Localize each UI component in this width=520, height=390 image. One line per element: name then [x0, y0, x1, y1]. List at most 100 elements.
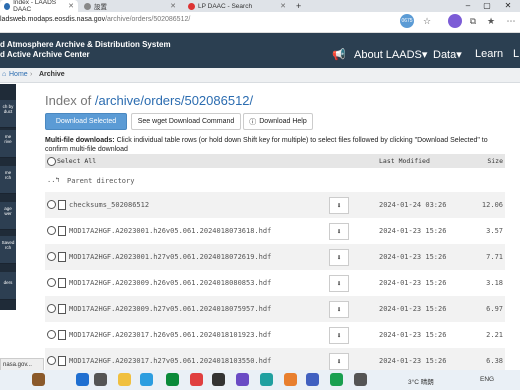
weather-widget[interactable]: 3°C 晴朗 — [408, 376, 434, 386]
extension-badge[interactable]: 0675 — [400, 14, 414, 28]
file-icon — [58, 226, 66, 236]
download-icon[interactable]: ⬇ — [329, 327, 349, 344]
more-icon[interactable]: ⋯ — [504, 14, 518, 28]
row-radio[interactable] — [47, 200, 56, 209]
breadcrumb-home[interactable]: Home — [9, 71, 28, 78]
file-icon — [58, 252, 66, 262]
nav-about-laads[interactable]: About LAADS▾ — [354, 48, 427, 61]
app-icon[interactable] — [354, 373, 367, 386]
breadcrumb-current: Archive — [39, 71, 65, 78]
index-path-link[interactable]: /archive/orders/502086512/ — [95, 93, 253, 108]
tab-lpdaac[interactable]: LP DAAC - Search ✕ — [184, 0, 290, 12]
table-row[interactable]: MOD17A2HGF.A2023009.h26v05.061.202401808… — [45, 270, 505, 296]
site-title[interactable]: d Atmosphere Archive & Distribution Syst… — [0, 40, 171, 60]
select-all-radio[interactable] — [47, 157, 56, 166]
download-icon[interactable]: ⬇ — [329, 249, 349, 266]
file-icon — [58, 304, 66, 314]
multi-file-description: Multi-file downloads: Click individual t… — [45, 137, 488, 153]
table-row[interactable]: checksums_502086512 ⬇ 2024-01-24 03:26 1… — [45, 192, 505, 218]
row-radio[interactable] — [47, 304, 56, 313]
close-tab-icon[interactable]: ✕ — [170, 2, 176, 10]
sidebar-item-orders[interactable]: ders — [0, 272, 16, 300]
file-name: MOD17A2HGF.A2023009.h27v05.061.202401807… — [69, 305, 272, 313]
file-size: 7.71 — [486, 253, 503, 261]
info-icon: ⓘ — [249, 118, 257, 126]
tab-settings[interactable]: 設置 ✕ — [80, 0, 180, 12]
close-window-button[interactable]: ✕ — [500, 0, 516, 12]
file-name: MOD17A2HGF.A2023001.h27v05.061.202401807… — [69, 253, 272, 261]
download-icon[interactable]: ⬇ — [329, 301, 349, 318]
table-header: Select All Last Modified Size — [45, 154, 505, 168]
language-indicator[interactable]: ENG — [480, 376, 494, 383]
nav-learn[interactable]: Learn — [475, 48, 503, 60]
megaphone-icon[interactable]: 📢 — [332, 48, 346, 61]
windows-start-icon[interactable] — [76, 373, 89, 386]
table-row[interactable]: MOD17A2HGF.A2023009.h27v05.061.202401807… — [45, 296, 505, 322]
search-icon[interactable] — [94, 373, 107, 386]
close-tab-icon[interactable]: ✕ — [280, 2, 286, 10]
parent-directory-link[interactable]: Parent directory — [67, 177, 134, 185]
file-name: MOD17A2HGF.A2023001.h26v05.061.202401807… — [69, 227, 272, 235]
home-icon[interactable]: ⌂ — [2, 71, 6, 78]
row-radio[interactable] — [47, 278, 56, 287]
site-title-line2: d Active Archive Center — [0, 50, 90, 59]
app-icon[interactable] — [190, 373, 203, 386]
file-icon — [58, 278, 66, 288]
wallpaper-thumbnail-icon[interactable] — [32, 373, 45, 386]
lpdaac-favicon-icon — [188, 2, 195, 10]
url-host: ladsweb.modaps.eosdis.nasa.gov — [0, 16, 106, 23]
favorites-icon[interactable]: ★ — [484, 14, 498, 28]
edge-icon[interactable] — [140, 373, 153, 386]
file-date: 2024-01-23 15:26 — [379, 357, 447, 365]
download-icon[interactable]: ⬇ — [329, 353, 349, 370]
sidebar-item-search[interactable]: me rch — [0, 166, 16, 194]
page-title: Index of /archive/orders/502086512/ — [45, 93, 254, 108]
row-radio[interactable] — [47, 226, 56, 235]
app-icon[interactable] — [260, 373, 273, 386]
maximize-button[interactable]: ▢ — [479, 0, 495, 12]
file-size: 3.18 — [486, 279, 503, 287]
select-all-label[interactable]: Select All — [57, 157, 96, 165]
row-radio[interactable] — [47, 330, 56, 339]
star-icon[interactable]: ☆ — [420, 14, 434, 28]
app-icon[interactable] — [284, 373, 297, 386]
file-name: MOD17A2HGF.A2023017.h26v05.061.202401810… — [69, 331, 272, 339]
file-name: MOD17A2HGF.A2023009.h26v05.061.202401808… — [69, 279, 272, 287]
nav-data[interactable]: Data▾ — [433, 48, 462, 61]
sidebar-item-search-by-product[interactable]: ch by duct — [0, 100, 16, 128]
minimize-button[interactable]: – — [460, 0, 476, 12]
download-selected-button[interactable]: Download Selected — [45, 113, 127, 130]
wget-command-button[interactable]: See wget Download Command — [131, 113, 241, 130]
last-modified-header[interactable]: Last Modified — [379, 157, 430, 165]
extension-icon[interactable] — [448, 14, 462, 28]
sidebar-item-saved-search[interactable]: Saved rch — [0, 236, 16, 264]
tab-laads[interactable]: Index - LAADS DAAC ✕ — [0, 0, 78, 13]
row-radio[interactable] — [47, 356, 56, 365]
app-icon[interactable] — [330, 373, 343, 386]
puzzle-icon[interactable]: ⧉ — [466, 14, 480, 28]
app-icon[interactable] — [306, 373, 319, 386]
table-row[interactable]: MOD17A2HGF.A2023017.h26v05.061.202401810… — [45, 322, 505, 348]
download-icon[interactable]: ⬇ — [329, 223, 349, 240]
file-date: 2024-01-23 15:26 — [379, 279, 447, 287]
size-header[interactable]: Size — [487, 157, 503, 165]
address-bar[interactable]: ladsweb.modaps.eosdis.nasa.gov/archive/o… — [0, 16, 190, 23]
sidebar-item-image-viewer[interactable]: age wer — [0, 202, 16, 230]
file-date: 2024-01-23 15:26 — [379, 227, 447, 235]
parent-directory-row[interactable]: ..↰ Parent directory — [45, 168, 505, 194]
table-row[interactable]: MOD17A2HGF.A2023017.h27v05.061.202401810… — [45, 348, 505, 370]
sidebar-item-archive[interactable]: me rive — [0, 130, 16, 158]
row-radio[interactable] — [47, 252, 56, 261]
app-icon[interactable] — [212, 373, 225, 386]
download-help-button[interactable]: ⓘ Download Help — [243, 113, 313, 130]
excel-icon[interactable] — [166, 373, 179, 386]
download-icon[interactable]: ⬇ — [329, 275, 349, 292]
table-row[interactable]: MOD17A2HGF.A2023001.h27v05.061.202401807… — [45, 244, 505, 270]
download-icon[interactable]: ⬇ — [329, 197, 349, 214]
file-explorer-icon[interactable] — [118, 373, 131, 386]
new-tab-button[interactable]: + — [296, 0, 301, 12]
table-row[interactable]: MOD17A2HGF.A2023001.h26v05.061.202401807… — [45, 218, 505, 244]
app-icon[interactable] — [236, 373, 249, 386]
close-tab-icon[interactable]: ✕ — [68, 2, 74, 10]
nav-truncated[interactable]: L — [513, 48, 519, 60]
